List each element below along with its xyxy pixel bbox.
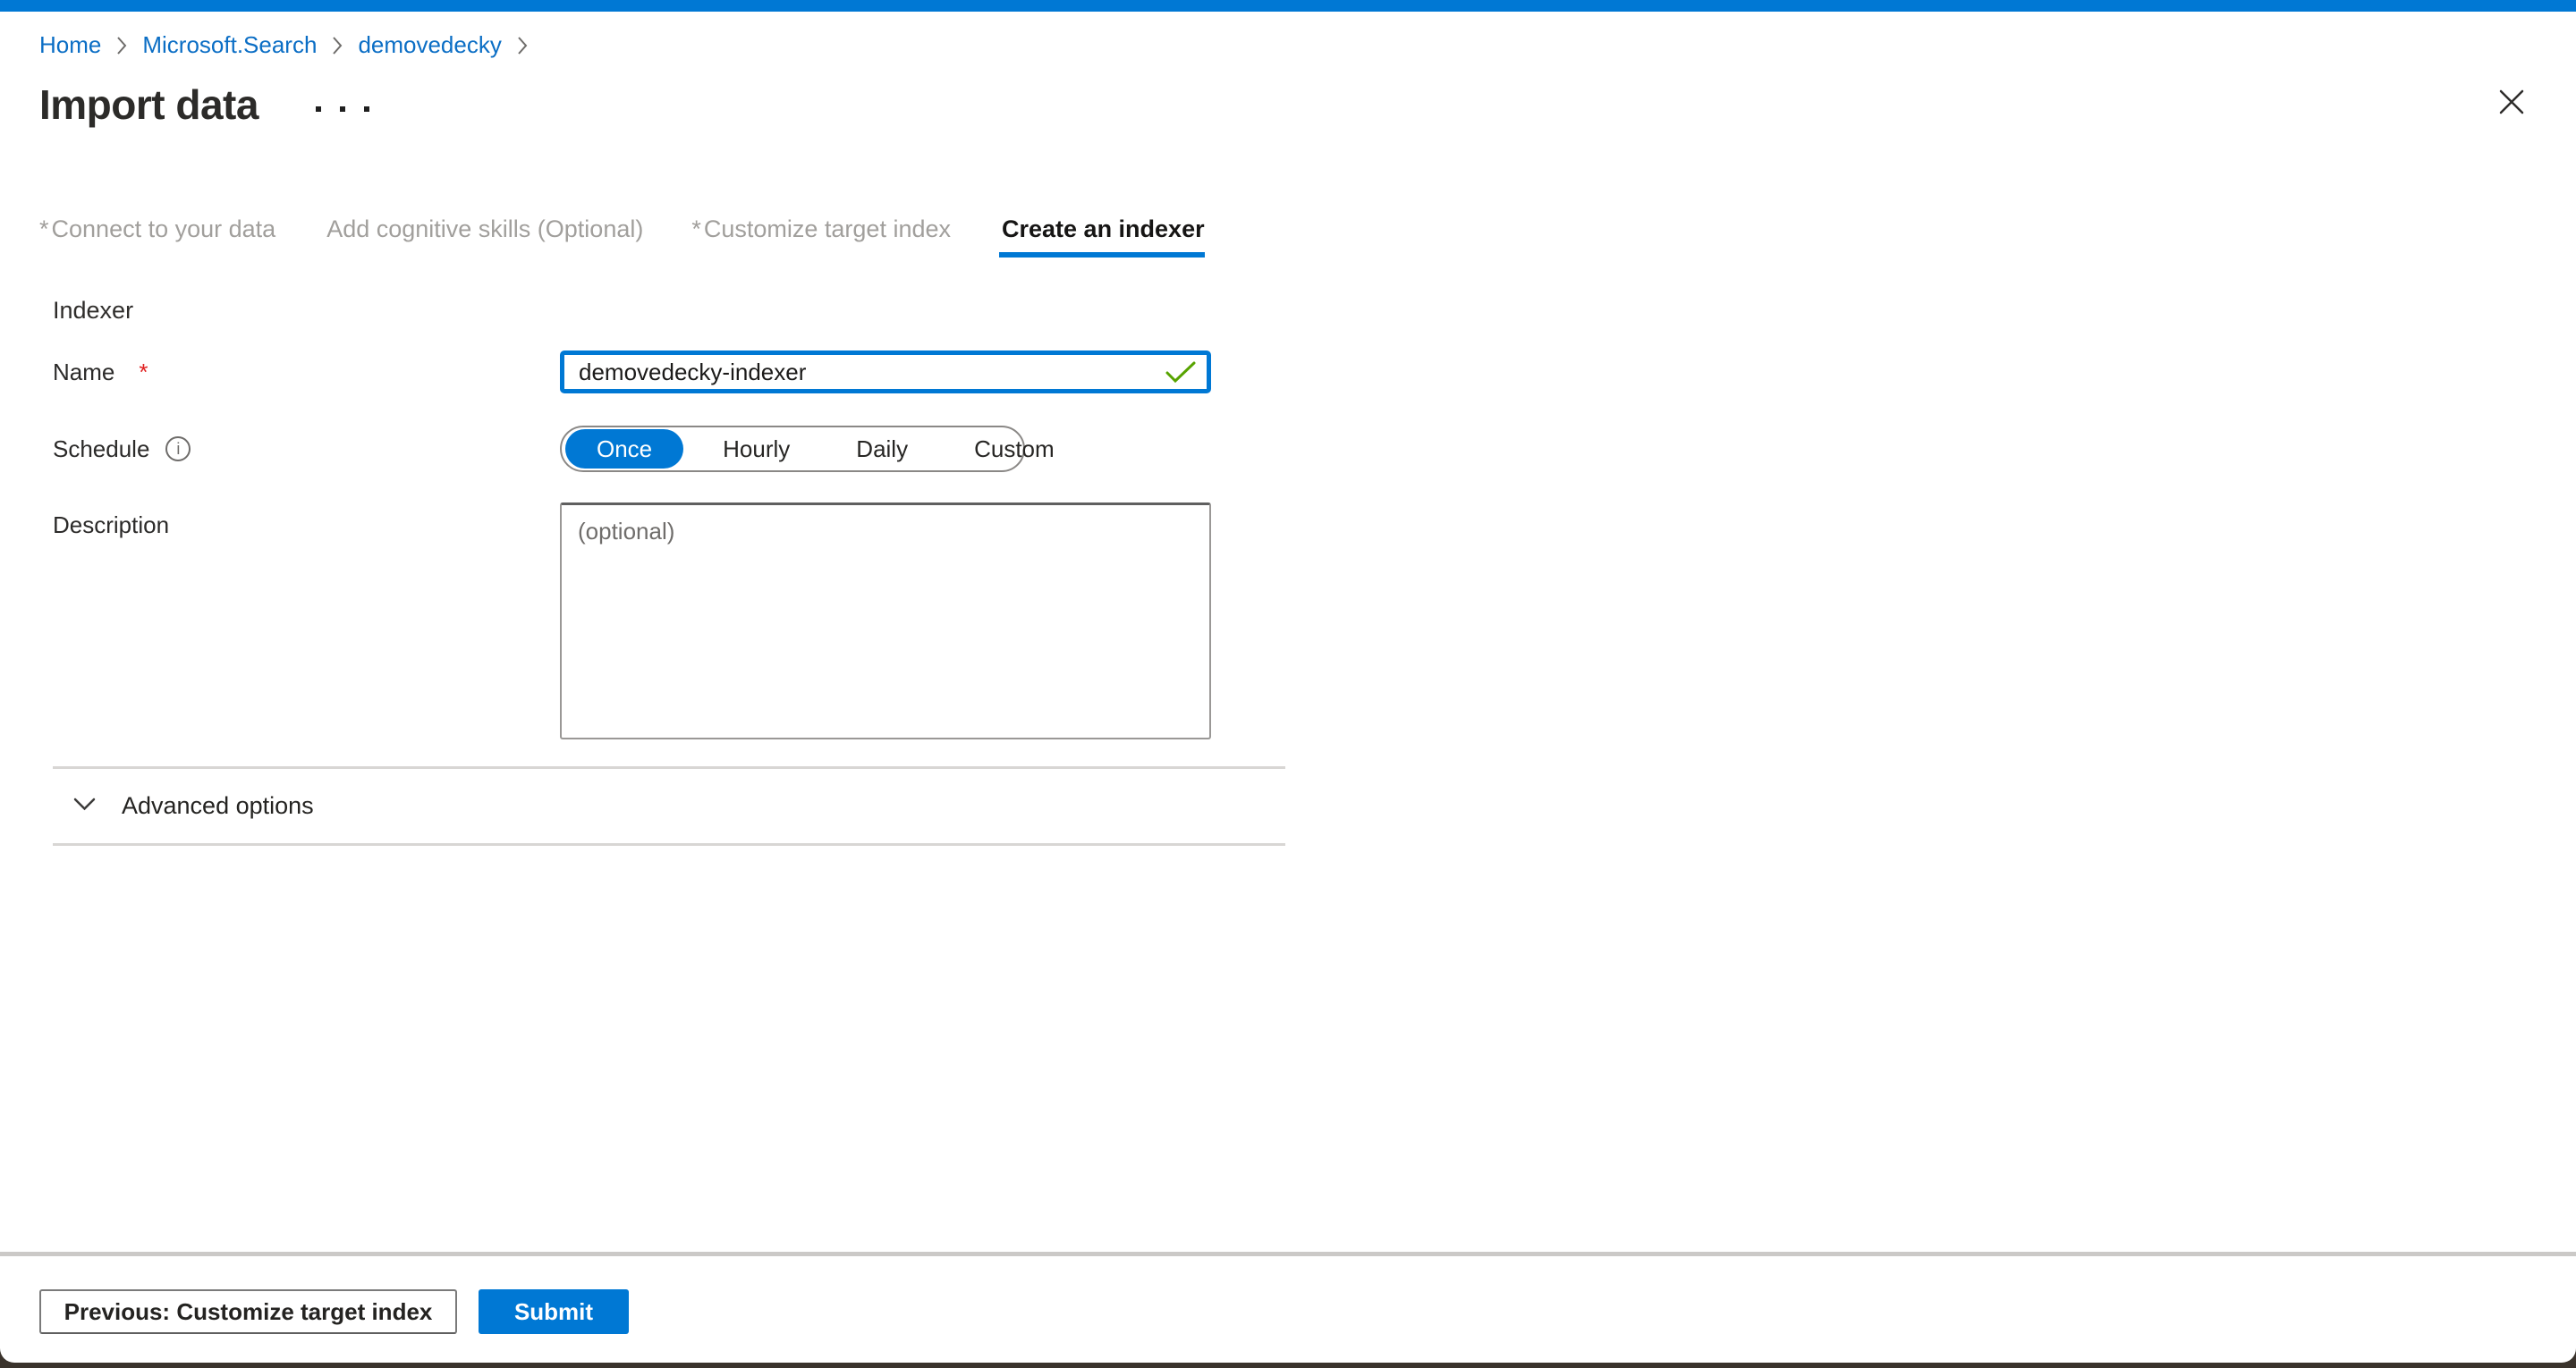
chevron-down-icon xyxy=(72,797,97,816)
schedule-option-custom[interactable]: Custom xyxy=(947,427,1081,470)
chevron-right-icon xyxy=(115,34,128,57)
schedule-field-row: Schedule i Once Hourly Daily Custom xyxy=(53,426,2576,472)
tab-label: Create an indexer xyxy=(1002,215,1205,242)
page-title: Import data xyxy=(39,80,258,129)
indexer-form: Indexer Name * Schedule i Once Hourly Dai… xyxy=(53,297,2576,739)
ellipsis-dot xyxy=(364,106,369,112)
chevron-right-icon xyxy=(516,34,529,57)
breadcrumb-home[interactable]: Home xyxy=(39,31,101,59)
schedule-field-label: Schedule i xyxy=(53,435,560,463)
tab-create-an-indexer[interactable]: Create an indexer xyxy=(999,215,1205,258)
tab-add-cognitive-skills[interactable]: Add cognitive skills (Optional) xyxy=(324,215,643,258)
required-asterisk: * xyxy=(139,359,148,386)
required-tab-star: * xyxy=(39,215,49,242)
tab-label: Connect to your data xyxy=(52,215,276,242)
context-menu-ellipsis-icon[interactable] xyxy=(316,106,369,112)
close-icon[interactable] xyxy=(2492,82,2531,122)
breadcrumb: Home Microsoft.Search demovedecky xyxy=(39,30,2576,60)
advanced-options-expander[interactable]: Advanced options xyxy=(53,769,1266,843)
description-field-row: Description xyxy=(53,502,2576,739)
ellipsis-dot xyxy=(316,106,321,112)
wizard-tabs: *Connect to your data Add cognitive skil… xyxy=(39,215,2576,258)
tab-customize-target-index[interactable]: *Customize target index xyxy=(691,215,951,258)
previous-step-button[interactable]: Previous: Customize target index xyxy=(39,1289,457,1334)
label-text: Description xyxy=(53,511,169,539)
info-icon[interactable]: i xyxy=(165,436,191,461)
name-input-wrap xyxy=(560,350,1211,393)
chevron-right-icon xyxy=(331,34,343,57)
schedule-option-hourly[interactable]: Hourly xyxy=(696,427,817,470)
breadcrumb-demovedecky[interactable]: demovedecky xyxy=(358,31,501,59)
ellipsis-dot xyxy=(340,106,345,112)
name-field-label: Name * xyxy=(53,359,560,386)
description-textarea[interactable] xyxy=(560,502,1211,739)
portal-top-accent-bar xyxy=(0,0,2576,12)
name-field-row: Name * xyxy=(53,350,2576,393)
tab-connect-to-your-data[interactable]: *Connect to your data xyxy=(39,215,275,258)
description-field-label: Description xyxy=(53,511,560,539)
required-tab-star: * xyxy=(691,215,701,242)
breadcrumb-microsoft-search[interactable]: Microsoft.Search xyxy=(142,31,317,59)
footer-actions: Previous: Customize target index Submit xyxy=(39,1289,629,1334)
section-title-indexer: Indexer xyxy=(53,297,2576,325)
advanced-options-label: Advanced options xyxy=(122,792,314,820)
submit-button[interactable]: Submit xyxy=(479,1289,629,1334)
label-text: Schedule xyxy=(53,435,149,463)
import-data-panel: Home Microsoft.Search demovedecky Import… xyxy=(0,0,2576,1363)
validation-check-icon xyxy=(1165,360,1197,389)
schedule-option-daily[interactable]: Daily xyxy=(829,427,935,470)
tab-label: Customize target index xyxy=(704,215,951,242)
indexer-name-input[interactable] xyxy=(560,350,1211,393)
footer-divider xyxy=(0,1252,2576,1256)
divider xyxy=(53,843,1285,846)
tab-label: Add cognitive skills (Optional) xyxy=(326,215,643,242)
label-text: Name xyxy=(53,359,114,386)
schedule-segmented-control: Once Hourly Daily Custom xyxy=(560,426,1025,472)
schedule-option-once[interactable]: Once xyxy=(565,429,683,469)
page-header: Import data xyxy=(39,81,2576,128)
